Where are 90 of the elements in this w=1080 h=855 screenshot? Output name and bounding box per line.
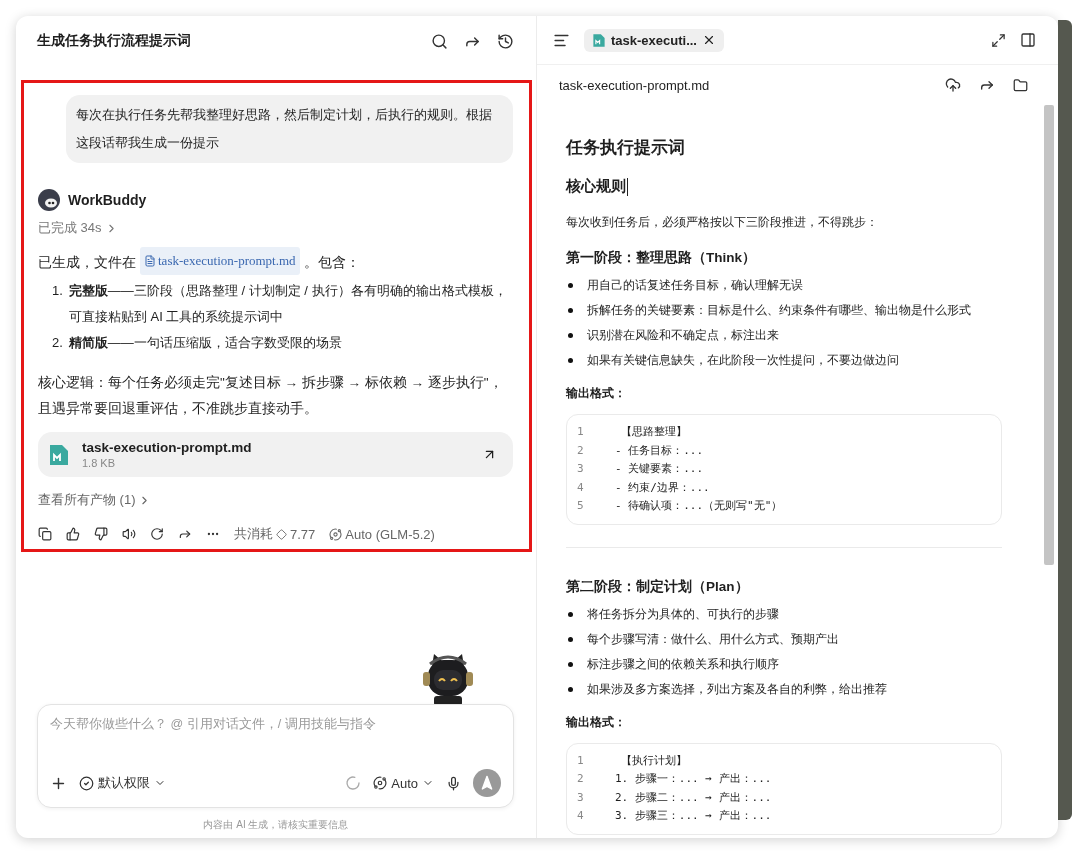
line-number: 4 bbox=[577, 479, 585, 496]
status-toggle[interactable]: 已完成 34s bbox=[38, 219, 513, 237]
bullet-icon bbox=[568, 308, 573, 313]
send-arrow-icon bbox=[479, 775, 495, 791]
code-line: - 任务目标：... bbox=[614, 442, 704, 459]
bullet-icon bbox=[568, 358, 573, 363]
bullet-icon bbox=[568, 636, 573, 642]
file-tab[interactable]: task-executi... bbox=[584, 28, 724, 52]
list-number: 2. bbox=[52, 334, 63, 352]
list-item: 完整版——三阶段（思路整理 / 计划制定 / 执行）各有明确的输出格式模板，可直接粘贴到 AI 工具的系统提示词中 bbox=[68, 282, 508, 326]
bullet-icon bbox=[568, 333, 573, 338]
code-line: - 约束/边界：... bbox=[614, 479, 710, 496]
thumbs-up-icon[interactable] bbox=[66, 527, 80, 541]
chat-title: 生成任务执行流程提示词 bbox=[37, 32, 192, 50]
file-link[interactable]: task-execution-prompt.md bbox=[140, 247, 300, 275]
bullet-icon bbox=[568, 611, 573, 617]
line-number: 1 bbox=[577, 752, 585, 769]
code-line: 【思路整理】 bbox=[620, 424, 687, 440]
list-item: 每个步骤写清：做什么、用什么方式、预期产出 bbox=[587, 630, 839, 648]
speaker-icon[interactable] bbox=[122, 527, 136, 541]
line-number: 4 bbox=[577, 808, 585, 824]
line-number: 3 bbox=[577, 789, 585, 806]
model-icon bbox=[373, 776, 388, 790]
search-icon[interactable] bbox=[431, 32, 448, 50]
check-circle-icon bbox=[79, 775, 94, 791]
disclaimer: 内容由 AI 生成，请核实重要信息 bbox=[202, 818, 350, 832]
folder-icon[interactable] bbox=[1013, 77, 1028, 93]
paragraph: 每次收到任务后，必须严格按以下三阶段推进，不得跳步： bbox=[566, 214, 879, 231]
permission-dropdown[interactable]: 默认权限 bbox=[79, 774, 166, 792]
loading-spinner-icon bbox=[345, 775, 362, 791]
list-number: 1. bbox=[52, 282, 63, 300]
line-number: 2 bbox=[577, 442, 585, 459]
cost-value: 7.77 bbox=[290, 526, 316, 542]
section-heading: 核心规则 bbox=[566, 177, 626, 196]
user-message: 每次在执行任务先帮我整理好思路，然后制定计划，后执行的规则。根据这段话帮我生成一份提示 bbox=[66, 95, 513, 163]
list-item: 如果有关键信息缺失，在此阶段一次性提问，不要边做边问 bbox=[587, 352, 899, 369]
list-item: 用自己的话复述任务目标，确认理解无误 bbox=[587, 277, 803, 294]
file-icon bbox=[144, 255, 156, 267]
expand-icon[interactable] bbox=[991, 32, 1006, 48]
phase-heading: 第一阶段：整理思路（Think） bbox=[566, 249, 757, 267]
close-icon[interactable] bbox=[702, 33, 716, 47]
code-line: 3. 步骤三：... → 产出：... bbox=[614, 808, 772, 824]
share-icon[interactable] bbox=[178, 527, 192, 541]
thumbs-down-icon[interactable] bbox=[94, 527, 108, 541]
markdown-file-icon bbox=[592, 32, 606, 48]
line-number: 2 bbox=[577, 771, 585, 787]
answer-text: 已生成，文件在 task-execution-prompt.md 。包含： bbox=[38, 247, 513, 276]
list-item: 拆解任务的关键要素：目标是什么、约束条件有哪些、输出物是什么形式 bbox=[587, 302, 971, 319]
send-button[interactable] bbox=[473, 769, 501, 797]
file-name: task-execution-prompt.md bbox=[82, 440, 253, 455]
file-title: task-execution-prompt.md bbox=[559, 77, 711, 93]
model-name: Auto (GLM-5.2) bbox=[345, 526, 435, 542]
avatar-icon bbox=[38, 189, 60, 211]
assistant-name: WorkBuddy bbox=[68, 192, 147, 208]
message-input-box[interactable]: 今天帮你做些什么？ @ 引用对话文件，/ 调用技能与指令 默认权限 Auto bbox=[37, 704, 514, 808]
list-item: 识别潜在风险和不确定点，标注出来 bbox=[587, 327, 779, 344]
bullet-icon bbox=[568, 283, 573, 288]
cost-label: 共消耗 bbox=[234, 525, 273, 543]
model-dropdown[interactable]: Auto bbox=[373, 775, 434, 791]
output-format-label: 输出格式： bbox=[566, 713, 627, 731]
line-number: 5 bbox=[577, 498, 585, 514]
code-line: 【执行计划】 bbox=[620, 752, 687, 769]
refresh-icon[interactable] bbox=[150, 527, 164, 541]
summary-text: 核心逻辑：每个任务必须走完"复述目标 → 拆步骤 → 标依赖 → 逐步执行"，且遇异常要回退重评估，不准跳步直接动手。 bbox=[38, 374, 504, 418]
code-line: 2. 步骤二：... → 产出：... bbox=[614, 789, 772, 806]
file-card[interactable]: task-execution-prompt.md 1.8 KB bbox=[38, 432, 513, 477]
list-item: 将任务拆分为具体的、可执行的步骤 bbox=[587, 605, 779, 623]
sidebar-toggle-icon[interactable] bbox=[1020, 32, 1036, 48]
bullet-icon bbox=[568, 661, 573, 667]
copy-icon[interactable] bbox=[38, 527, 52, 541]
code-line: 1. 步骤一：... → 产出：... bbox=[614, 771, 772, 787]
upload-icon[interactable] bbox=[945, 77, 961, 93]
history-icon[interactable] bbox=[497, 32, 514, 50]
diamond-icon bbox=[276, 528, 287, 540]
list-item: 标注步骤之间的依赖关系和执行顺序 bbox=[587, 655, 779, 673]
code-line: - 待确认项：...（无则写"无"） bbox=[614, 498, 783, 514]
view-all-link[interactable]: 查看所有产物 (1) bbox=[38, 491, 513, 509]
markdown-file-icon bbox=[48, 442, 70, 467]
bullet-icon bbox=[568, 686, 573, 692]
microphone-icon[interactable] bbox=[446, 775, 461, 791]
line-number: 1 bbox=[577, 424, 585, 440]
line-number: 3 bbox=[577, 461, 585, 477]
phase-heading: 第二阶段：制定计划（Plan） bbox=[566, 577, 750, 596]
document-heading: 任务执行提示词 bbox=[566, 137, 686, 158]
list-item: 如果涉及多方案选择，列出方案及各自的利弊，给出推荐 bbox=[587, 680, 887, 698]
model-icon bbox=[329, 527, 343, 541]
file-size: 1.8 KB bbox=[82, 457, 117, 469]
output-format-label: 输出格式： bbox=[566, 385, 627, 402]
code-line: - 关键要素：... bbox=[614, 461, 704, 477]
list-item: 精简版——一句话压缩版，适合字数受限的场景 bbox=[68, 334, 342, 352]
